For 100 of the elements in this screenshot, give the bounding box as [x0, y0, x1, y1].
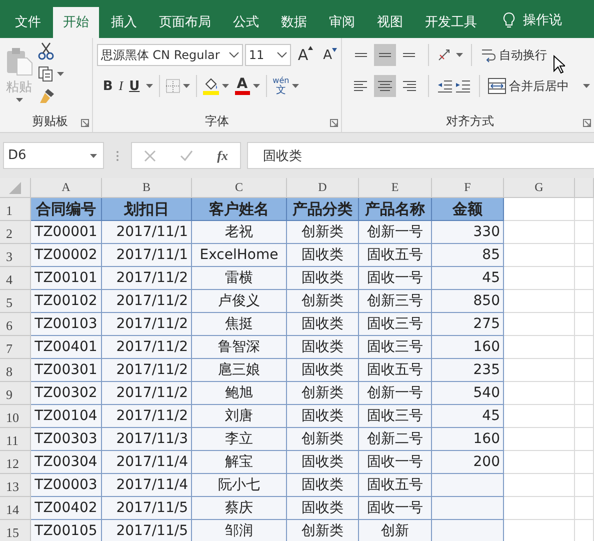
row-header[interactable]: 10: [0, 405, 31, 428]
table-cell: 鲍旭: [192, 382, 287, 405]
column-title: 产品分类: [287, 198, 359, 221]
align-left-icon: [353, 80, 369, 92]
table-cell: 固收类: [287, 497, 359, 520]
table-cell: 固收三号: [359, 336, 432, 359]
ribbon-tab[interactable]: 审阅: [319, 7, 365, 38]
column-title: 产品名称: [359, 198, 432, 221]
row-header[interactable]: 9: [0, 382, 31, 405]
ribbon-tab[interactable]: 开发工具: [415, 7, 487, 38]
borders-button[interactable]: [166, 79, 190, 93]
row-header[interactable]: 15: [0, 520, 31, 541]
column-header[interactable]: C: [192, 178, 287, 198]
table-cell: 创新类: [287, 520, 359, 541]
table-cell: 160: [432, 428, 504, 451]
ribbon-tab[interactable]: 数据: [271, 7, 317, 38]
ribbon-tab[interactable]: 文件: [5, 7, 51, 38]
row-header[interactable]: 3: [0, 244, 31, 267]
wrap-text-button[interactable]: 自动换行: [480, 46, 547, 64]
table-cell: 创新二号: [359, 428, 432, 451]
name-box[interactable]: D6: [3, 142, 104, 169]
phonetic-guide-button[interactable]: wén 文: [272, 72, 300, 100]
align-middle-button[interactable]: [374, 44, 396, 66]
table-cell: 2017/11/2: [102, 359, 192, 382]
group-title: 剪贴板: [31, 113, 69, 130]
table-cell: 蔡庆: [192, 497, 287, 520]
increase-indent-button[interactable]: [455, 79, 471, 93]
ribbon-tab[interactable]: 视图: [367, 7, 413, 38]
merge-center-button[interactable]: 合并后居中: [488, 78, 590, 94]
align-top-icon: [353, 52, 369, 58]
row-header[interactable]: 6: [0, 313, 31, 336]
copy-icon: [38, 66, 54, 82]
table-cell: 创新类: [287, 382, 359, 405]
table-cell: 2017/11/2: [102, 405, 192, 428]
empty-cell: [575, 313, 594, 336]
table-cell: 创新一号: [359, 382, 432, 405]
column-title: 合同编号: [31, 198, 102, 221]
fill-color-button[interactable]: [202, 77, 229, 95]
insert-function-button[interactable]: fx: [217, 148, 228, 164]
italic-button[interactable]: I: [118, 78, 124, 94]
column-header[interactable]: E: [359, 178, 432, 198]
row-header[interactable]: 1: [0, 198, 31, 221]
grow-font-button[interactable]: A: [298, 46, 314, 64]
row-header[interactable]: 4: [0, 267, 31, 290]
table-cell: TZ00003: [31, 474, 102, 497]
font-size-field[interactable]: 11: [244, 44, 291, 66]
row-header[interactable]: 8: [0, 359, 31, 382]
orientation-button[interactable]: [437, 48, 463, 62]
table-cell: 固收五号: [359, 244, 432, 267]
column-header[interactable]: D: [287, 178, 359, 198]
table-cell: 2017/11/5: [102, 497, 192, 520]
row-header[interactable]: 12: [0, 451, 31, 474]
table-cell: 创新: [359, 520, 432, 541]
table-cell: ExcelHome: [192, 244, 287, 267]
column-header[interactable]: F: [432, 178, 504, 198]
table-cell: 200: [432, 451, 504, 474]
table-cell: 45: [432, 267, 504, 290]
table-cell: TZ00101: [31, 267, 102, 290]
row-header[interactable]: 5: [0, 290, 31, 313]
row-header[interactable]: 11: [0, 428, 31, 451]
indent-icon: [455, 79, 471, 93]
outdent-icon: [437, 79, 453, 93]
table-cell: 固收一号: [359, 451, 432, 474]
caret-icon: [57, 72, 64, 76]
ribbon-tab[interactable]: 开始: [53, 7, 99, 38]
tell-me-link[interactable]: 操作说: [523, 8, 562, 34]
table-cell: 固收类: [287, 336, 359, 359]
shrink-font-button[interactable]: A: [323, 48, 337, 62]
copy-button[interactable]: [38, 66, 64, 82]
cancel-icon: [144, 150, 156, 162]
align-center-button[interactable]: [374, 75, 396, 97]
column-header[interactable]: B: [102, 178, 192, 198]
font-color-button[interactable]: A: [234, 78, 260, 94]
column-header[interactable]: G: [504, 178, 575, 198]
table-cell: 2017/11/4: [102, 451, 192, 474]
formula-field[interactable]: 固收类: [247, 142, 594, 169]
table-cell: 固收一号: [359, 497, 432, 520]
row-header[interactable]: 14: [0, 497, 31, 520]
table-cell: TZ00104: [31, 405, 102, 428]
empty-cell: [575, 474, 594, 497]
bold-button[interactable]: B: [102, 78, 113, 94]
paint-bucket-icon: [202, 77, 219, 95]
row-header[interactable]: 7: [0, 336, 31, 359]
caret-icon: [16, 98, 22, 102]
align-right-icon: [401, 80, 417, 92]
decrease-indent-button[interactable]: [437, 79, 453, 93]
decrease-arrow-icon: [332, 48, 337, 52]
empty-cell: [575, 221, 594, 244]
underline-button[interactable]: U: [129, 78, 140, 94]
ribbon-tab[interactable]: 插入: [101, 7, 147, 38]
table-cell: 固收类: [287, 359, 359, 382]
table-cell: 2017/11/1: [102, 221, 192, 244]
empty-cell: [575, 336, 594, 359]
row-header[interactable]: 2: [0, 221, 31, 244]
ribbon-tab[interactable]: 公式: [223, 7, 269, 38]
column-header[interactable]: A: [31, 178, 102, 198]
font-name-field[interactable]: 思源黑体 CN Regular: [96, 44, 243, 66]
row-header[interactable]: 13: [0, 474, 31, 497]
ribbon-tab[interactable]: 页面布局: [149, 7, 221, 38]
table-cell: TZ00302: [31, 382, 102, 405]
